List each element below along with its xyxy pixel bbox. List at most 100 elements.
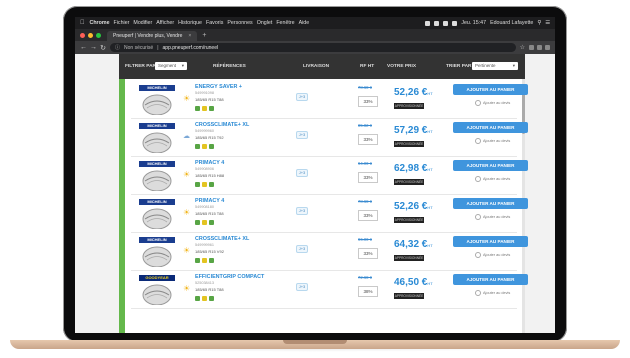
original-price: 96.00 € — [358, 237, 372, 242]
filter-label: FILTRER PAR — [125, 64, 156, 69]
extension-icon[interactable] — [529, 45, 534, 50]
original-price: 85.82 € — [358, 123, 372, 128]
extension-icon[interactable] — [537, 45, 542, 50]
reload-icon[interactable]: ↻ — [100, 44, 106, 52]
product-code: 549908906 — [195, 167, 215, 171]
add-to-cart-button[interactable]: AJOUTER AU PANIER — [453, 122, 528, 133]
product-name[interactable]: ENERGY SAVER + — [195, 84, 242, 90]
stock-tag: APPROVISIONNÉE — [394, 217, 424, 223]
menu-icon[interactable]: ☰ — [545, 20, 550, 26]
status-icon[interactable] — [434, 20, 440, 26]
add-to-quote-option[interactable]: Ajouter au devis — [475, 100, 510, 106]
price-unit: HT — [427, 91, 433, 96]
tab-title: Pneuperf | Vendre plus, Vendre — [113, 33, 183, 39]
add-to-cart-button[interactable]: AJOUTER AU PANIER — [453, 84, 528, 95]
add-to-quote-option[interactable]: Ajouter au devis — [475, 176, 510, 182]
original-price: 78.68 € — [358, 85, 372, 90]
menu-item-view[interactable]: Afficher — [156, 20, 174, 26]
sun-icon: ☀ — [183, 94, 191, 103]
user-name[interactable]: Edouard Lafayette — [490, 20, 533, 26]
product-code: 549999960 — [195, 129, 215, 133]
new-tab-button[interactable]: + — [202, 32, 206, 39]
table-row: MICHELIN ☀ ENERGY SAVER +549991098 185/65 R… — [131, 81, 528, 119]
product-name[interactable]: PRIMACY 4 — [195, 160, 224, 166]
menu-item-help[interactable]: Aide — [299, 20, 310, 26]
menu-item-edit[interactable]: Modifier — [133, 20, 152, 26]
eu-labels — [195, 144, 214, 149]
extensions — [529, 45, 550, 50]
stock-tag: APPROVISIONNÉE — [394, 293, 424, 299]
product-name[interactable]: PRIMACY 4 — [195, 198, 224, 204]
radio-icon[interactable] — [475, 138, 481, 144]
clock[interactable]: Jeu. 15:47 — [461, 20, 486, 26]
mac-menubar:  Chrome Fichier Modifier Afficher Histo… — [75, 17, 555, 29]
menu-item-bookmarks[interactable]: Favoris — [206, 20, 223, 26]
product-code: 549991098 — [195, 91, 215, 95]
close-tab-icon[interactable]: × — [188, 31, 191, 41]
extension-icon[interactable] — [545, 45, 550, 50]
discount-field[interactable]: 33% — [358, 134, 378, 145]
star-icon[interactable]: ☆ — [520, 44, 525, 51]
wifi-icon[interactable] — [443, 20, 449, 26]
sort-select[interactable]: Pertinente ▾ — [472, 62, 518, 70]
menubar-app-name[interactable]: Chrome — [90, 20, 110, 26]
add-to-quote-option[interactable]: Ajouter au devis — [475, 138, 510, 144]
sun-icon: ☀ — [183, 284, 191, 293]
add-to-quote-option[interactable]: Ajouter au devis — [475, 214, 510, 220]
price-value: 52,26 € — [394, 201, 428, 212]
radio-icon[interactable] — [475, 290, 481, 296]
wet-grip-label-icon — [202, 258, 207, 263]
fuel-label-icon — [195, 296, 200, 301]
add-to-quote-option[interactable]: Ajouter au devis — [475, 252, 510, 258]
product-code: 549999961 — [195, 243, 215, 247]
radio-icon[interactable] — [475, 252, 481, 258]
product-name[interactable]: CROSSCLIMATE+ XL — [195, 122, 249, 128]
noise-label-icon — [209, 182, 214, 187]
add-to-quote-label: Ajouter au devis — [483, 177, 511, 181]
add-to-cart-button[interactable]: AJOUTER AU PANIER — [453, 160, 528, 171]
discount-field[interactable]: 38% — [358, 286, 378, 297]
add-to-cart-button[interactable]: AJOUTER AU PANIER — [453, 274, 528, 285]
segment-select[interactable]: Segment ▾ — [155, 62, 187, 70]
menu-item-history[interactable]: Historique — [178, 20, 202, 26]
radio-icon[interactable] — [475, 176, 481, 182]
add-to-quote-option[interactable]: Ajouter au devis — [475, 290, 510, 296]
browser-tab[interactable]: Pneuperf | Vendre plus, Vendre × — [107, 31, 198, 41]
menu-item-tab[interactable]: Onglet — [257, 20, 273, 26]
add-to-quote-label: Ajouter au devis — [483, 291, 511, 295]
menu-item-window[interactable]: Fenêtre — [276, 20, 294, 26]
product-name[interactable]: CROSSCLIMATE+ XL — [195, 236, 249, 242]
noise-label-icon — [209, 220, 214, 225]
add-to-cart-button[interactable]: AJOUTER AU PANIER — [453, 236, 528, 247]
discount-field[interactable]: 33% — [358, 248, 378, 259]
security-label: Non sécurisé — [124, 44, 154, 51]
info-icon[interactable]: ⓘ — [115, 44, 120, 51]
table-row: MICHELIN ☀ PRIMACY 4 549908180 185/65 R15 T8… — [131, 195, 528, 233]
discount-field[interactable]: 33% — [358, 172, 378, 183]
add-to-cart-button[interactable]: AJOUTER AU PANIER — [453, 198, 528, 209]
forward-icon[interactable]: → — [90, 44, 97, 51]
battery-icon[interactable] — [452, 20, 458, 26]
apple-icon[interactable]:  — [80, 20, 85, 26]
weather-icon: ☁ — [183, 133, 190, 140]
discount-field[interactable]: 33% — [358, 96, 378, 107]
browser-tabbar: Pneuperf | Vendre plus, Vendre × + — [75, 29, 555, 41]
delivery-badge: J+3 — [296, 283, 308, 291]
back-icon[interactable]: ← — [80, 44, 87, 51]
minimize-window-button[interactable] — [88, 32, 93, 38]
menu-item-file[interactable]: Fichier — [114, 20, 130, 26]
close-window-button[interactable] — [80, 32, 85, 38]
product-size: 185/65 R15 T88 — [195, 211, 224, 216]
menu-item-people[interactable]: Personnes — [227, 20, 252, 26]
url-input[interactable]: ⓘ Non sécurisé | app.pneuperf.com/runeel — [110, 43, 516, 52]
search-icon[interactable]: ⚲ — [537, 20, 541, 26]
discount-field[interactable]: 33% — [358, 210, 378, 221]
zoom-window-button[interactable] — [96, 32, 101, 38]
product-name[interactable]: EFFICIENTGRIP COMPACT — [195, 274, 264, 280]
radio-icon[interactable] — [475, 214, 481, 220]
status-icon[interactable] — [425, 20, 431, 26]
radio-icon[interactable] — [475, 100, 481, 106]
eu-labels — [195, 106, 214, 111]
delivery-badge: J+3 — [296, 207, 308, 215]
price-unit: HT — [427, 281, 433, 286]
